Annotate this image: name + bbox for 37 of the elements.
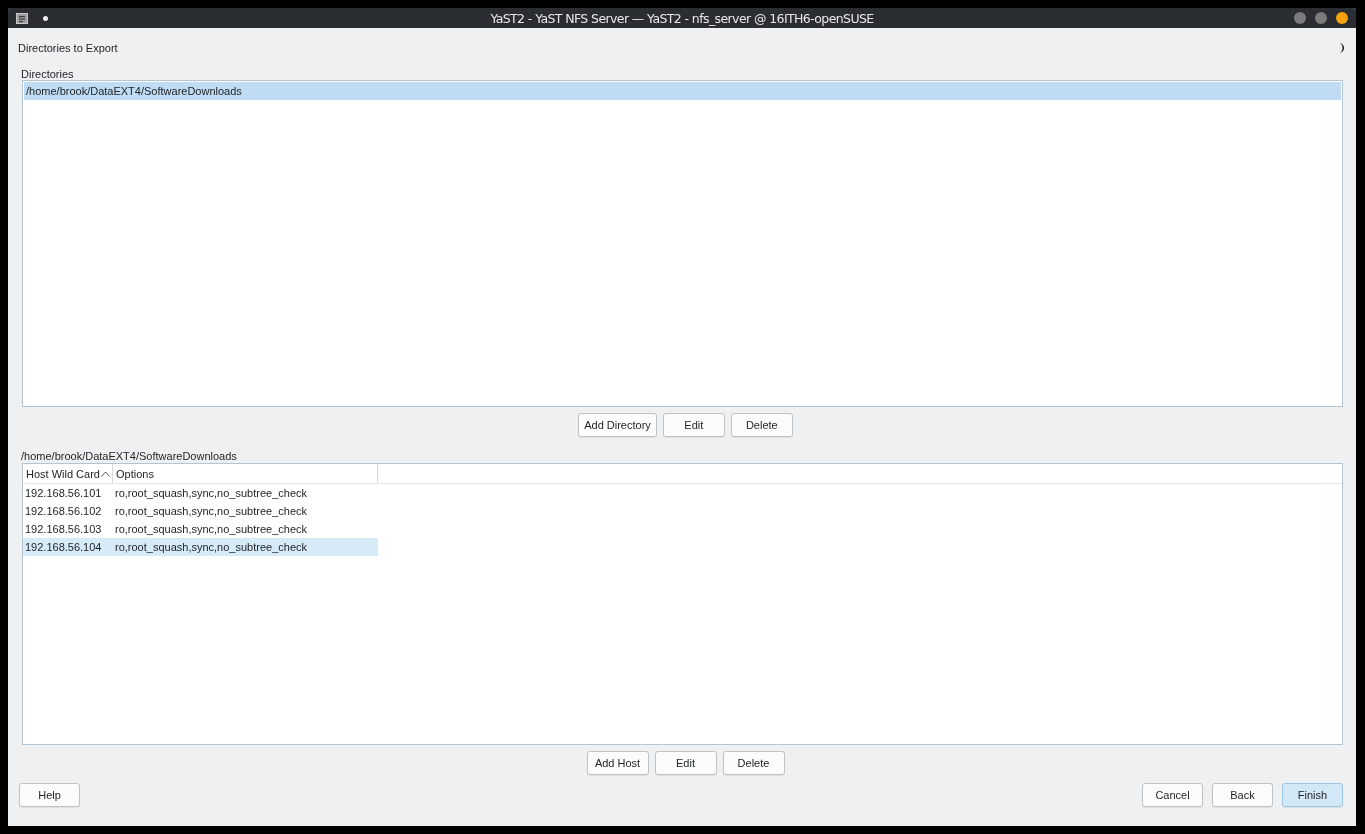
action-button[interactable]: Add Host — [586, 751, 649, 775]
maximize-button[interactable] — [1315, 12, 1327, 24]
action-button[interactable]: Delete — [722, 751, 785, 775]
action-button[interactable]: Help — [19, 783, 80, 807]
pin-dot-icon[interactable] — [43, 15, 48, 21]
dialog-heading: Directories to Export — [18, 42, 118, 54]
directory-list[interactable]: /home/brook/DataEXT4/SoftwareDownloads — [22, 80, 1343, 407]
table-cell-text: ro,root_squash,sync,no_subtree_check — [114, 522, 307, 537]
column-header[interactable]: Host Wild Card — [23, 464, 113, 483]
host-row[interactable]: 192.168.56.102 ro,root_squash,sync,no_subtree_check — [23, 502, 378, 520]
finish-button[interactable]: Finish — [1282, 783, 1343, 807]
directories-label: Directories — [21, 67, 75, 81]
table-cell-text: 192.168.56.102 — [24, 504, 103, 519]
table-cell-text: 192.168.56.103 — [24, 522, 103, 537]
close-button[interactable] — [1336, 12, 1348, 24]
action-button[interactable]: Back — [1212, 783, 1273, 807]
column-header[interactable]: Options — [113, 464, 378, 483]
host-row[interactable]: 192.168.56.103 ro,root_squash,sync,no_subtree_check — [23, 520, 378, 538]
directory-item[interactable]: /home/brook/DataEXT4/SoftwareDownloads — [24, 82, 1341, 100]
table-cell-text: ro,root_squash,sync,no_subtree_check — [114, 504, 307, 519]
action-button[interactable]: Delete — [730, 413, 793, 437]
host-row[interactable]: 192.168.56.101 ro,root_squash,sync,no_subtree_check — [23, 484, 378, 502]
window-title: YaST2 - YaST NFS Server — YaST2 - nfs_server @ 16ITH6-openSUSE — [490, 10, 874, 26]
sort-caret-icon — [101, 470, 110, 477]
table-cell-text: ro,root_squash,sync,no_subtree_check — [114, 540, 307, 555]
table-cell-text: 192.168.56.104 — [24, 540, 103, 555]
action-button[interactable]: Edit — [654, 751, 717, 775]
crescent-icon — [1338, 43, 1346, 53]
action-button[interactable]: Edit — [662, 413, 725, 437]
selected-directory-label: /home/brook/DataEXT4/SoftwareDownloads — [21, 449, 238, 463]
action-button[interactable]: Add Directory — [578, 413, 657, 437]
action-button[interactable]: Cancel — [1142, 783, 1203, 807]
app-menu-icon[interactable] — [16, 12, 28, 24]
minimize-button[interactable] — [1294, 12, 1306, 24]
table-cell-text: ro,root_squash,sync,no_subtree_check — [114, 486, 307, 501]
table-cell-text: 192.168.56.101 — [24, 486, 103, 501]
host-row[interactable]: 192.168.56.104 ro,root_squash,sync,no_subtree_check — [23, 538, 378, 556]
